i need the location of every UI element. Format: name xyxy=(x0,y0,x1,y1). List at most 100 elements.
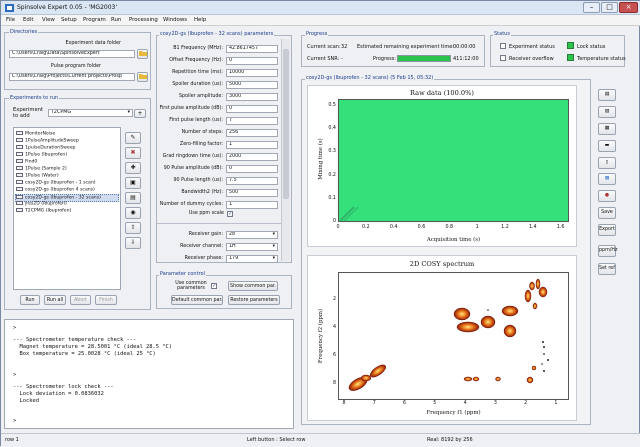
show-common-button[interactable]: Show common par. xyxy=(228,281,278,291)
device-button[interactable]: ▯ xyxy=(598,157,616,169)
parameter-value-field[interactable]: 10000 xyxy=(226,69,278,77)
restore-parameters-button[interactable]: Restore parameters xyxy=(228,295,280,305)
menu-view[interactable]: View xyxy=(42,17,55,23)
progress-bar xyxy=(397,55,451,62)
ppm-hz-button[interactable]: ppm/Hz xyxy=(598,245,618,257)
add-experiment-button[interactable]: + xyxy=(134,109,146,118)
experiment-list[interactable]: MonitorNoise 1PulseAmplitudeSweep 1pulse… xyxy=(13,127,121,290)
menu-processing[interactable]: Processing xyxy=(129,17,158,23)
parameter-value-field[interactable]: 5000 xyxy=(226,81,278,89)
move-down-button[interactable]: ⇩ xyxy=(125,237,141,249)
menu-program[interactable]: Program xyxy=(83,17,106,23)
parameter-value-field[interactable]: 0 xyxy=(226,165,278,173)
parameter-value-field[interactable]: 7.5 xyxy=(226,177,278,185)
list-item[interactable]: 1PulseAmplitudeSweep xyxy=(16,138,79,144)
title-bar: Spinsolve Expert 0.05 - 'MG2003' – □ × xyxy=(1,1,640,15)
ungroup-experiment-button[interactable]: ▤ xyxy=(125,192,141,204)
list-item[interactable]: 1Pulse (Water) xyxy=(16,173,59,179)
raw-data-heatmap xyxy=(338,99,569,222)
maximize-button[interactable]: □ xyxy=(601,2,618,13)
parameter-value-field[interactable]: 7 xyxy=(226,117,278,125)
save-button[interactable]: Save xyxy=(598,207,616,219)
delete-experiment-button[interactable]: ✖ xyxy=(125,147,141,159)
list-item[interactable]: MonitorNoise xyxy=(16,131,55,137)
parameter-value-field[interactable]: 500 xyxy=(226,189,278,197)
abort-button[interactable]: Abort xyxy=(70,295,91,305)
receiver-select[interactable]: 28 ▾ xyxy=(226,231,278,239)
color-map-button[interactable]: ▩ xyxy=(598,173,616,185)
run-button[interactable]: Run xyxy=(20,295,40,305)
view-experiment-button[interactable]: ◉ xyxy=(125,207,141,219)
pulse-folder-browse-button[interactable] xyxy=(137,72,148,82)
current-scan-value: 32 xyxy=(341,44,348,50)
list-item[interactable]: 1pulseDurationSweep xyxy=(16,145,75,151)
experiment-select[interactable]: T2CPMG ▾ xyxy=(48,109,133,117)
list-item[interactable]: jres2D (Ibuprofen) xyxy=(16,201,67,207)
app-window: Spinsolve Expert 0.05 - 'MG2003' – □ × F… xyxy=(0,0,640,447)
parameters-scrollbar[interactable] xyxy=(281,39,290,261)
receiver-select[interactable]: 1H ▾ xyxy=(226,243,278,251)
move-up-button[interactable]: ⇧ xyxy=(125,222,141,234)
menu-file[interactable]: File xyxy=(6,17,15,23)
experiment-icon xyxy=(16,166,23,170)
close-button[interactable]: × xyxy=(619,2,638,13)
menu-help[interactable]: Help xyxy=(194,17,206,23)
cosy-peaks xyxy=(348,278,548,391)
console-line: --- Spectrometer lock check --- xyxy=(13,384,114,390)
scrollbar-thumb[interactable] xyxy=(283,49,289,199)
menu-edit[interactable]: Edit xyxy=(23,17,33,23)
finish-button[interactable]: Finish xyxy=(95,295,117,305)
layout-single-button[interactable]: ▤ xyxy=(598,89,616,101)
menu-windows[interactable]: Windows xyxy=(163,17,187,23)
list-item[interactable]: 1Pulse (Ibuprofen) xyxy=(16,152,67,158)
check-icon: ✓ xyxy=(228,211,233,217)
parameter-value-field[interactable]: 2000 xyxy=(226,153,278,161)
plot-1d-button[interactable]: ▬ xyxy=(598,140,616,152)
temperature-status-led xyxy=(567,54,574,61)
parameter-value-field[interactable]: 3000 xyxy=(226,93,278,101)
parameter-value-field[interactable]: 256 xyxy=(226,129,278,137)
y-tick-label: 4 xyxy=(332,324,336,330)
run-all-button[interactable]: Run all xyxy=(44,295,66,305)
image-button[interactable]: ● xyxy=(598,190,616,202)
ppm-scale-checkbox[interactable]: ✓ xyxy=(227,211,233,217)
pulse-folder-field[interactable]: C:\Users\Craig\Projects\Current projects… xyxy=(9,73,135,81)
chevron-down-icon: ▾ xyxy=(272,256,275,261)
parameter-value-field[interactable]: 1 xyxy=(226,141,278,149)
default-common-button[interactable]: Default common par. xyxy=(171,295,223,305)
experiment-icon xyxy=(16,195,23,199)
receiver-select[interactable]: 179 ▾ xyxy=(226,255,278,263)
list-item[interactable]: cosy2D-gs (Ibuprofen - 1 scan) xyxy=(16,180,96,186)
group-experiment-button[interactable]: ▣ xyxy=(125,177,141,189)
status-hint: Left button : Select row xyxy=(247,437,306,443)
use-common-label: Use common parameters xyxy=(175,281,207,291)
export-button[interactable]: Export xyxy=(598,224,616,236)
exp-folder-field[interactable]: C:\Users\Craig\Data\SpinsolveExpert xyxy=(9,50,135,58)
menu-run[interactable]: Run xyxy=(111,17,121,23)
console-line: Lock deviation = 0.0836032 xyxy=(13,391,104,397)
layout-grid-button[interactable]: ▦ xyxy=(598,123,616,135)
image-icon: ● xyxy=(604,193,610,198)
list-item[interactable]: 1Pulse (Sample 2) xyxy=(16,166,67,172)
parameter-value-field[interactable]: 1 xyxy=(226,201,278,209)
copy-experiment-button[interactable]: ✚ xyxy=(125,162,141,174)
parameter-value-field[interactable]: 0 xyxy=(226,105,278,113)
layout-split-button[interactable]: ▧ xyxy=(598,106,616,118)
list-item[interactable]: Find0 xyxy=(16,159,37,165)
parameter-value-field[interactable]: 42.8617457 xyxy=(226,45,278,53)
menu-setup[interactable]: Setup xyxy=(61,17,77,23)
list-item[interactable]: cosy2D-gs (Ibuprofen 4 scans) xyxy=(16,187,95,193)
plot-1d-icon: ▬ xyxy=(604,143,610,148)
use-common-checkbox[interactable]: ✓ xyxy=(211,283,217,289)
parameter-value-field[interactable]: 0 xyxy=(226,57,278,65)
set-ref-button[interactable]: Set ref xyxy=(598,263,616,275)
color-map-icon: ▩ xyxy=(604,176,610,181)
experiment-icon xyxy=(16,145,23,149)
receiver-select-value: 28 xyxy=(229,232,236,237)
list-item[interactable]: T2CPMG (Ibuprofen) xyxy=(16,208,71,214)
x-tick-label: 1.4 xyxy=(528,225,537,230)
edit-experiment-button[interactable]: ✎ xyxy=(125,132,141,144)
minimize-button[interactable]: – xyxy=(583,2,600,13)
console-output[interactable]: > --- Spectrometer temperature check ---… xyxy=(4,319,294,429)
exp-folder-browse-button[interactable] xyxy=(137,49,148,59)
